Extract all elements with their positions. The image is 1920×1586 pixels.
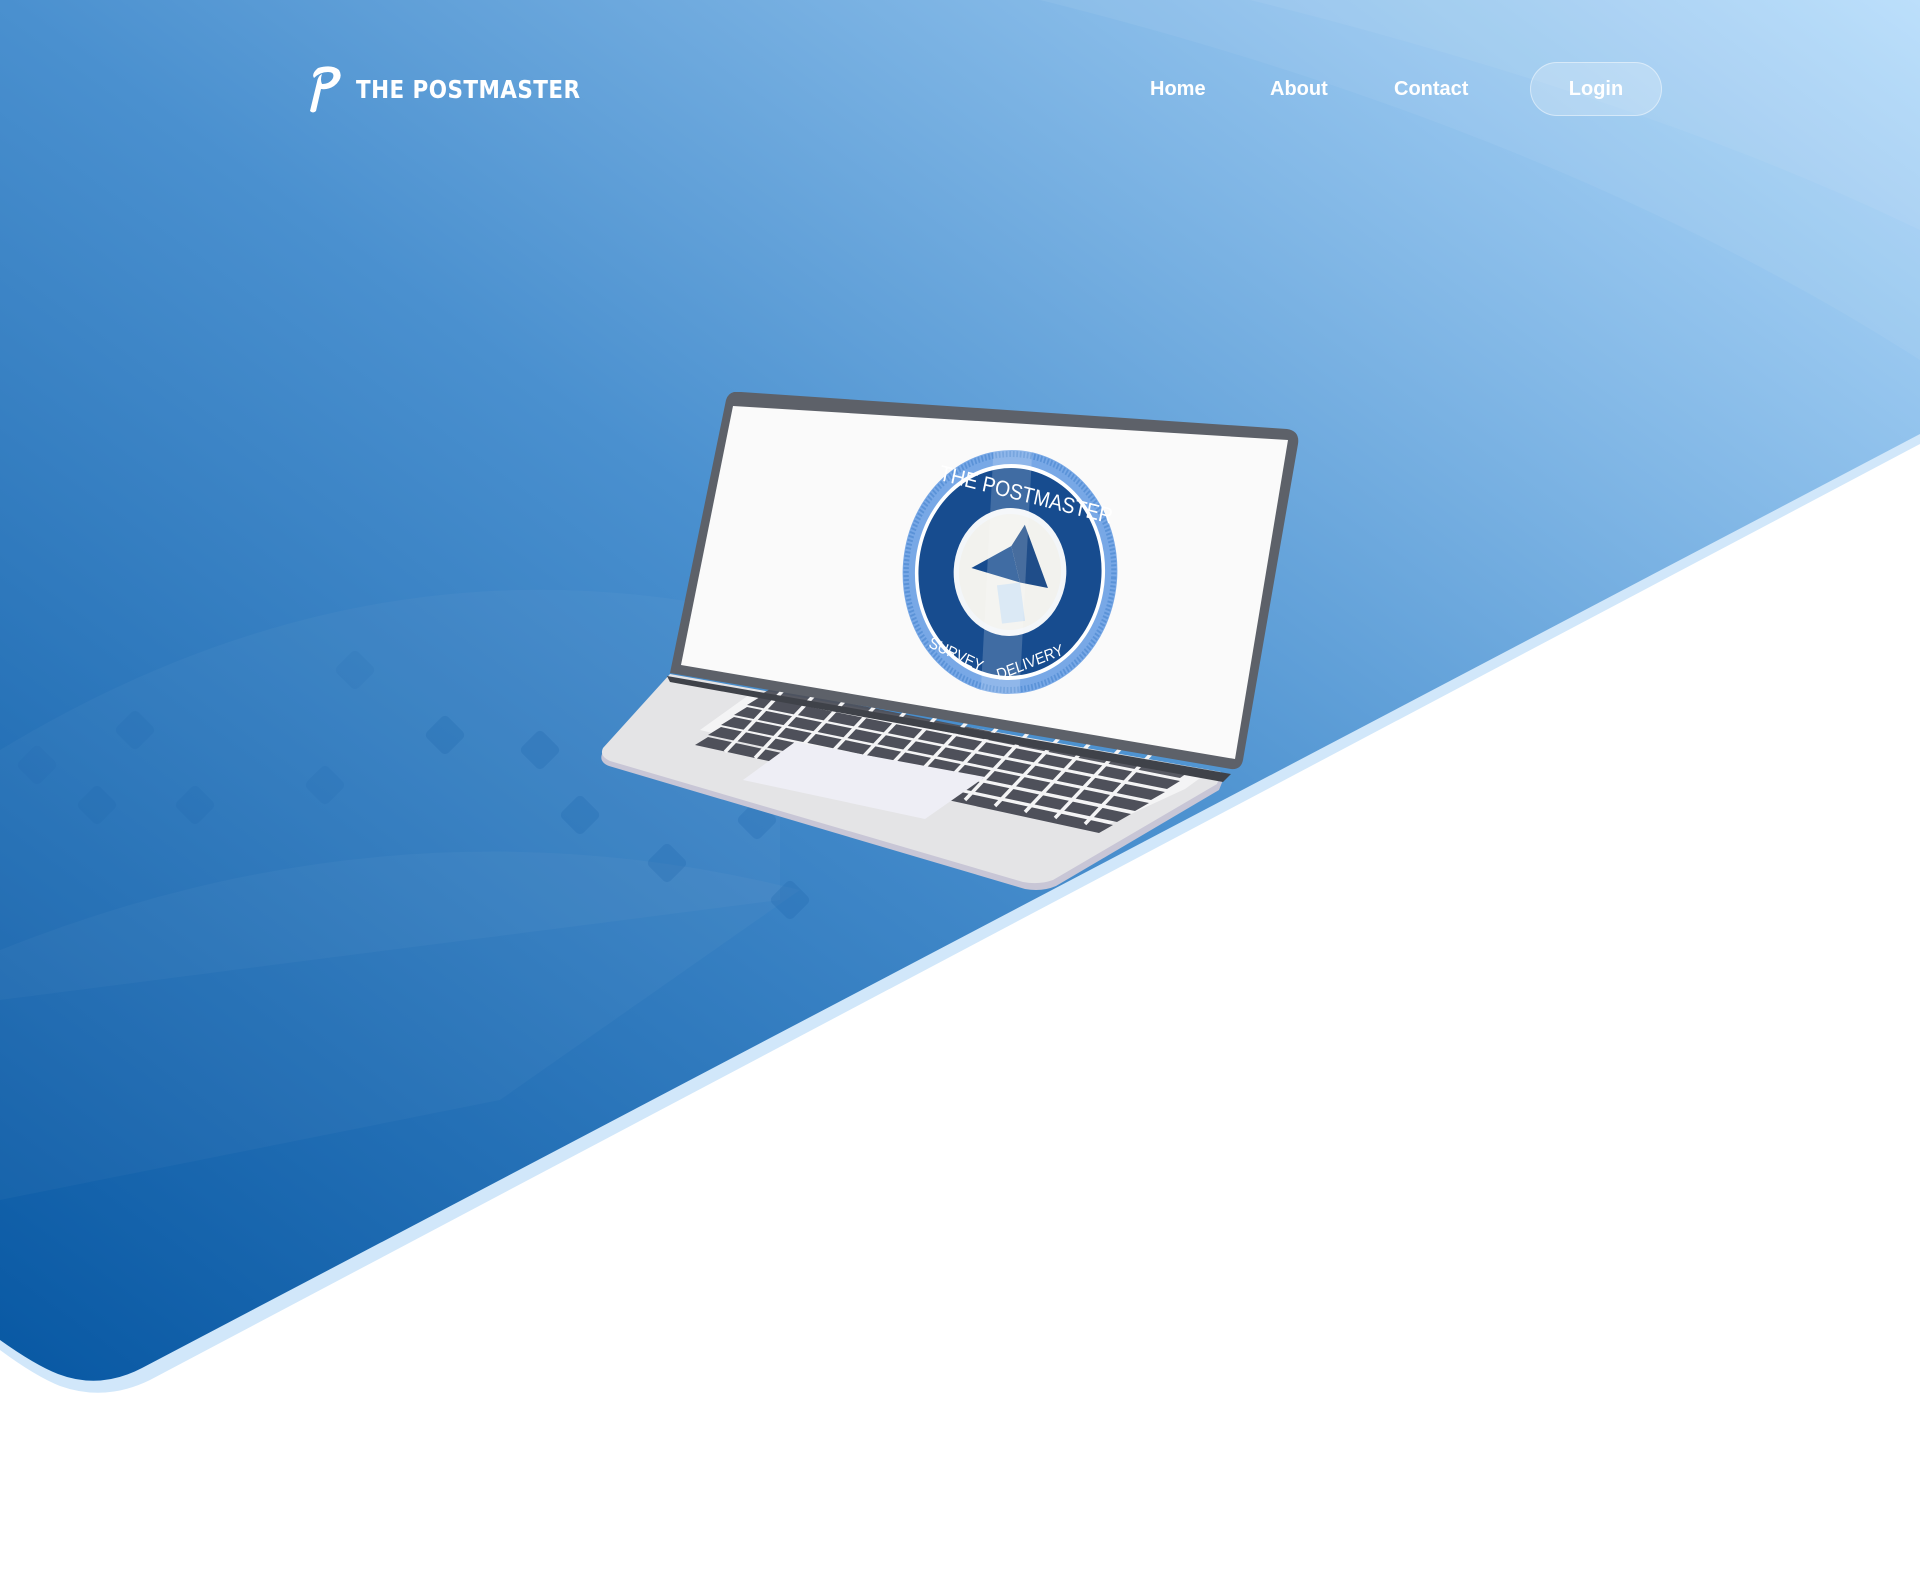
- nav-contact-link[interactable]: Contact: [1394, 78, 1468, 101]
- nav-about-link[interactable]: About: [1270, 78, 1328, 101]
- nav-home-link[interactable]: Home: [1150, 78, 1206, 101]
- login-button[interactable]: Login: [1530, 62, 1662, 116]
- brand-logo[interactable]: THE POSTMASTER: [306, 64, 617, 114]
- brand-name: THE POSTMASTER: [356, 74, 581, 104]
- landing-page: THE POSTMASTER Home About Contact Login: [0, 0, 1920, 1586]
- top-navbar: THE POSTMASTER Home About Contact Login: [0, 0, 1920, 180]
- laptop-illustration: THE POSTMASTER SURVEY DELIVERY: [601, 392, 1299, 890]
- letter-p-logo-icon: [310, 66, 341, 113]
